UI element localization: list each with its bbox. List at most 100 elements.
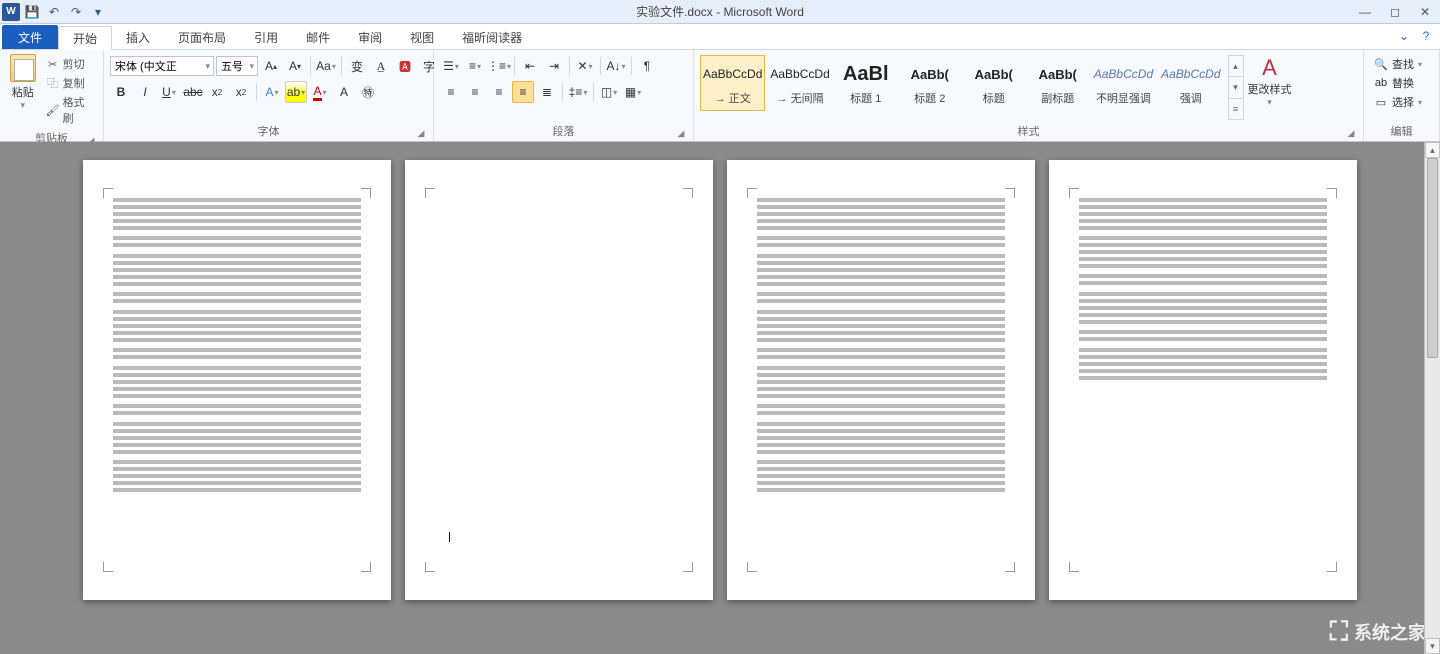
tab-layout[interactable]: 页面布局 (164, 25, 240, 49)
tab-references[interactable]: 引用 (240, 25, 292, 49)
minimize-ribbon-icon[interactable]: ⌄ (1396, 28, 1412, 44)
font-dialog-launcher[interactable]: ◢ (415, 127, 427, 139)
find-button[interactable]: 🔍查找▾ (1372, 55, 1424, 73)
align-center-button[interactable]: ≡ (464, 81, 486, 103)
format-painter-button[interactable]: 🖌格式刷 (44, 93, 97, 127)
font-group-label: 字体 (258, 123, 280, 139)
font-family-combo[interactable]: 宋体 (中文正 (110, 56, 214, 76)
text-effects-button[interactable]: A (261, 81, 283, 103)
style-emphasis[interactable]: AaBbCcDd强调 (1158, 55, 1223, 111)
file-tab[interactable]: 文件 (2, 25, 58, 49)
numbering-button[interactable]: ≡ (464, 55, 486, 77)
replace-button[interactable]: ab替换 (1372, 74, 1424, 92)
clear-format-button[interactable]: 🅰 (394, 55, 416, 77)
phonetic-guide-button[interactable]: 变 (346, 55, 368, 77)
tab-view[interactable]: 视图 (396, 25, 448, 49)
vertical-scrollbar[interactable]: ▴ ▾ (1424, 142, 1440, 654)
line-spacing-button[interactable]: ‡≡ (567, 81, 589, 103)
font-size-combo[interactable]: 五号 (216, 56, 258, 76)
paragraph-dialog-launcher[interactable]: ◢ (675, 127, 687, 139)
grow-font-button[interactable]: A▴ (260, 55, 282, 77)
decrease-indent-button[interactable]: ⇤ (519, 55, 541, 77)
font-color-button[interactable]: A (309, 81, 331, 103)
minimize-button[interactable]: — (1350, 2, 1380, 22)
asian-layout-button[interactable]: ✕ (574, 55, 596, 77)
scroll-up-button[interactable]: ▴ (1425, 142, 1440, 158)
watermark: ⛶系统之家 (1330, 616, 1426, 648)
brush-icon: 🖌 (46, 103, 60, 117)
paste-button[interactable]: 粘贴 ▾ (4, 52, 42, 130)
save-button[interactable]: 💾 (22, 2, 42, 22)
tab-foxit[interactable]: 福昕阅读器 (448, 25, 536, 49)
style-heading2[interactable]: AaBb(标题 2 (899, 55, 961, 111)
style-subtle-emphasis[interactable]: AaBbCcDd不明显强调 (1091, 55, 1156, 111)
group-font: 宋体 (中文正 五号 A▴ A▾ Aa 变 A̲ 🅰 字 B I U abc (104, 50, 434, 141)
italic-button[interactable]: I (134, 81, 156, 103)
char-shading-button[interactable]: A (333, 81, 355, 103)
tab-home[interactable]: 开始 (58, 26, 112, 50)
copy-button[interactable]: ⿻复制 (44, 74, 97, 92)
shrink-font-button[interactable]: A▾ (284, 55, 306, 77)
redo-button[interactable]: ↷ (66, 2, 86, 22)
copy-icon: ⿻ (46, 76, 60, 90)
scroll-down-button[interactable]: ▾ (1425, 638, 1440, 654)
tab-insert[interactable]: 插入 (112, 25, 164, 49)
change-styles-button[interactable]: A 更改样式 ▾ (1246, 52, 1294, 123)
style-subtitle[interactable]: AaBb(副标题 (1027, 55, 1089, 111)
strikethrough-button[interactable]: abc (182, 81, 204, 103)
word-logo-icon: W (2, 3, 20, 21)
cut-label: 剪切 (63, 56, 85, 72)
style-title[interactable]: AaBb(标题 (963, 55, 1025, 111)
style-nospacing[interactable]: AaBbCcDd→ 无间隔 (767, 55, 832, 111)
close-button[interactable]: ✕ (1410, 2, 1440, 22)
subscript-button[interactable]: x2 (206, 81, 228, 103)
tab-review[interactable]: 审阅 (344, 25, 396, 49)
shading-button[interactable]: ◫ (598, 81, 620, 103)
gallery-expand-button[interactable]: ≡ (1229, 99, 1243, 119)
tab-mailings[interactable]: 邮件 (292, 25, 344, 49)
replace-icon: ab (1374, 76, 1388, 90)
help-icon[interactable]: ? (1418, 28, 1434, 44)
distribute-button[interactable]: ≣ (536, 81, 558, 103)
page-3[interactable] (727, 160, 1035, 600)
page-1[interactable] (83, 160, 391, 600)
title-bar: W 💾 ↶ ↷ ▾ 实验文件.docx - Microsoft Word — ◻… (0, 0, 1440, 24)
style-normal[interactable]: AaBbCcDd→ 正文 (700, 55, 765, 111)
align-left-button[interactable]: ≡ (440, 81, 462, 103)
show-marks-button[interactable]: ¶ (636, 55, 658, 77)
change-case-button[interactable]: Aa (315, 55, 337, 77)
justify-button[interactable]: ≡ (512, 81, 534, 103)
page-4[interactable] (1049, 160, 1357, 600)
select-button[interactable]: ▭选择▾ (1372, 93, 1424, 111)
page-2[interactable] (405, 160, 713, 600)
superscript-button[interactable]: x2 (230, 81, 252, 103)
gallery-scroll: ▴ ▾ ≡ (1228, 55, 1244, 120)
borders-button[interactable]: ▦ (622, 81, 644, 103)
qat-dropdown[interactable]: ▾ (88, 2, 108, 22)
text-cursor (449, 532, 450, 542)
style-heading1[interactable]: AaBl标题 1 (835, 55, 897, 111)
group-styles: AaBbCcDd→ 正文 AaBbCcDd→ 无间隔 AaBl标题 1 AaBb… (694, 50, 1364, 141)
styles-dialog-launcher[interactable]: ◢ (1345, 127, 1357, 139)
maximize-button[interactable]: ◻ (1380, 2, 1410, 22)
multilevel-button[interactable]: ⋮≡ (488, 55, 510, 77)
undo-button[interactable]: ↶ (44, 2, 64, 22)
char-border-button[interactable]: A̲ (370, 55, 392, 77)
scroll-thumb[interactable] (1427, 158, 1438, 358)
align-right-button[interactable]: ≡ (488, 81, 510, 103)
gallery-up-button[interactable]: ▴ (1229, 56, 1243, 77)
window-controls: — ◻ ✕ (1350, 0, 1440, 24)
bold-button[interactable]: B (110, 81, 132, 103)
bullets-button[interactable]: ☰ (440, 55, 462, 77)
sort-button[interactable]: A↓ (605, 55, 627, 77)
gallery-down-button[interactable]: ▾ (1229, 77, 1243, 98)
change-styles-icon: A (1262, 55, 1277, 81)
find-icon: 🔍 (1374, 57, 1388, 71)
cut-button[interactable]: ✂剪切 (44, 55, 97, 73)
highlight-button[interactable]: ab (285, 81, 307, 103)
increase-indent-button[interactable]: ⇥ (543, 55, 565, 77)
copy-label: 复制 (63, 75, 85, 91)
underline-button[interactable]: U (158, 81, 180, 103)
enclose-button[interactable]: ㊕ (357, 81, 379, 103)
group-paragraph: ☰ ≡ ⋮≡ ⇤ ⇥ ✕ A↓ ¶ ≡ ≡ ≡ ≡ (434, 50, 694, 141)
